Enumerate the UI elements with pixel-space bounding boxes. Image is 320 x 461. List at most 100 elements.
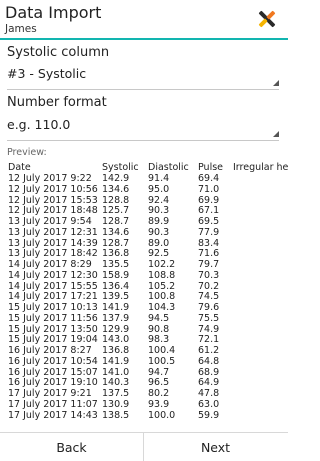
select-underline [7,140,279,141]
table-cell: 134.6 [102,226,130,238]
select-underline [7,89,279,90]
table-cell: 16 July 2017 8:27 [8,345,92,356]
table-cell: 90.3 [148,226,170,238]
table-cell: 13 July 2017 9:54 [8,216,92,227]
table-cell: 77.9 [198,226,220,238]
table-cell: 79.6 [198,302,220,313]
dropdown-caret-icon [273,131,279,137]
table-cell: 13 July 2017 14:39 [8,237,98,249]
bottom-nav: Back Next [0,432,288,461]
table-cell: 68.9 [198,366,220,378]
next-button[interactable]: Next [144,433,287,461]
systolic-column-select[interactable]: #3 - Systolic [7,64,279,90]
table-cell: 61.2 [198,345,220,356]
table-cell: 94.7 [148,366,170,378]
table-cell: 15 July 2017 19:04 [8,334,98,346]
column-header: Diastolic [148,162,189,173]
table-cell: 17 July 2017 14:43 [8,409,98,421]
table-cell: 67.1 [198,205,220,217]
table-cell: 92.4 [148,194,170,206]
table-cell: 72.1 [198,334,220,346]
table-cell: 134.6 [102,183,130,195]
table-cell: 75.5 [198,312,220,324]
table-cell: 80.2 [148,388,170,399]
table-cell: 79.7 [198,259,220,270]
column-header: Pulse [198,162,224,173]
table-cell: 13 July 2017 12:31 [8,226,98,238]
table-cell: 128.7 [102,216,130,227]
table-cell: 63.0 [198,398,220,410]
table-cell: 140.3 [102,377,130,389]
table-cell: 137.5 [102,388,130,399]
number-format-label: Number format [7,95,107,110]
table-cell: 59.9 [198,409,220,421]
table-cell: 70.3 [198,269,220,281]
table-cell: 141.9 [102,302,130,313]
table-cell: 91.4 [148,173,170,184]
table-cell: 128.8 [102,194,130,206]
table-cell: 69.4 [198,173,220,184]
table-cell: 158.9 [102,269,130,281]
table-cell: 90.3 [148,205,170,217]
table-cell: 12 July 2017 18:48 [8,205,98,217]
table-cell: 92.5 [148,248,170,260]
table-cell: 12 July 2017 15:53 [8,194,98,206]
dropdown-caret-icon [273,80,279,86]
table-cell: 16 July 2017 19:10 [8,377,98,389]
table-cell: 137.9 [102,312,130,324]
table-cell: 89.0 [148,237,170,249]
table-cell: 13 July 2017 18:42 [8,248,98,260]
table-cell: 15 July 2017 13:50 [8,323,98,335]
table-cell: 142.9 [102,173,130,184]
import-app-icon[interactable] [256,8,278,30]
table-cell: 69.9 [198,194,220,206]
table-cell: 71.6 [198,248,220,260]
table-cell: 12 July 2017 10:56 [8,183,98,195]
column-header: Date [8,162,31,173]
number-format-select[interactable]: e.g. 110.0 [7,115,279,141]
table-cell: 143.0 [102,334,130,346]
table-cell: 100.0 [148,409,176,421]
table-cell: 108.8 [148,269,176,281]
table-cell: 136.4 [102,280,130,292]
table-cell: 125.7 [102,205,130,217]
table-cell: 136.8 [102,345,130,356]
table-cell: 15 July 2017 10:13 [8,302,98,313]
page-title: Data Import [5,3,102,22]
preview-table[interactable]: Date Systolic Diastolic Pulse Irregular … [8,162,288,432]
table-cell: 95.0 [148,183,170,195]
table-cell: 129.9 [102,323,130,335]
table-cell: 100.4 [148,345,176,356]
table-cell: 90.8 [148,323,170,335]
app-header: Data Import James [0,0,288,40]
table-cell: 74.9 [198,323,220,335]
table-cell: 47.8 [198,388,220,399]
user-name: James [5,23,37,35]
table-cell: 14 July 2017 12:30 [8,269,98,281]
table-cell: 141.0 [102,366,130,378]
table-cell: 71.0 [198,183,220,195]
systolic-column-label: Systolic column [7,45,110,60]
table-cell: 14 July 2017 8:29 [8,259,92,270]
table-cell: 104.3 [148,302,176,313]
back-button[interactable]: Back [0,433,144,461]
table-cell: 64.8 [198,355,220,367]
table-cell: 64.9 [198,377,220,389]
table-cell: 135.5 [102,259,130,270]
table-cell: 12 July 2017 9:22 [8,173,92,184]
systolic-column-value: #3 - Systolic [7,66,87,81]
table-cell: 14 July 2017 17:21 [8,291,98,303]
table-cell: 17 July 2017 11:07 [8,398,98,410]
table-cell: 17 July 2017 9:21 [8,388,92,399]
table-cell: 83.4 [198,237,220,249]
column-header: Systolic [102,162,139,173]
table-cell: 96.5 [148,377,170,389]
table-cell: 70.2 [198,280,220,292]
table-cell: 16 July 2017 10:54 [8,355,98,367]
table-cell: 16 July 2017 15:07 [8,366,98,378]
table-cell: 98.3 [148,334,170,346]
table-cell: 15 July 2017 11:56 [8,312,98,324]
table-cell: 139.5 [102,291,130,303]
table-cell: 141.9 [102,355,130,367]
table-cell: 93.9 [148,398,170,410]
